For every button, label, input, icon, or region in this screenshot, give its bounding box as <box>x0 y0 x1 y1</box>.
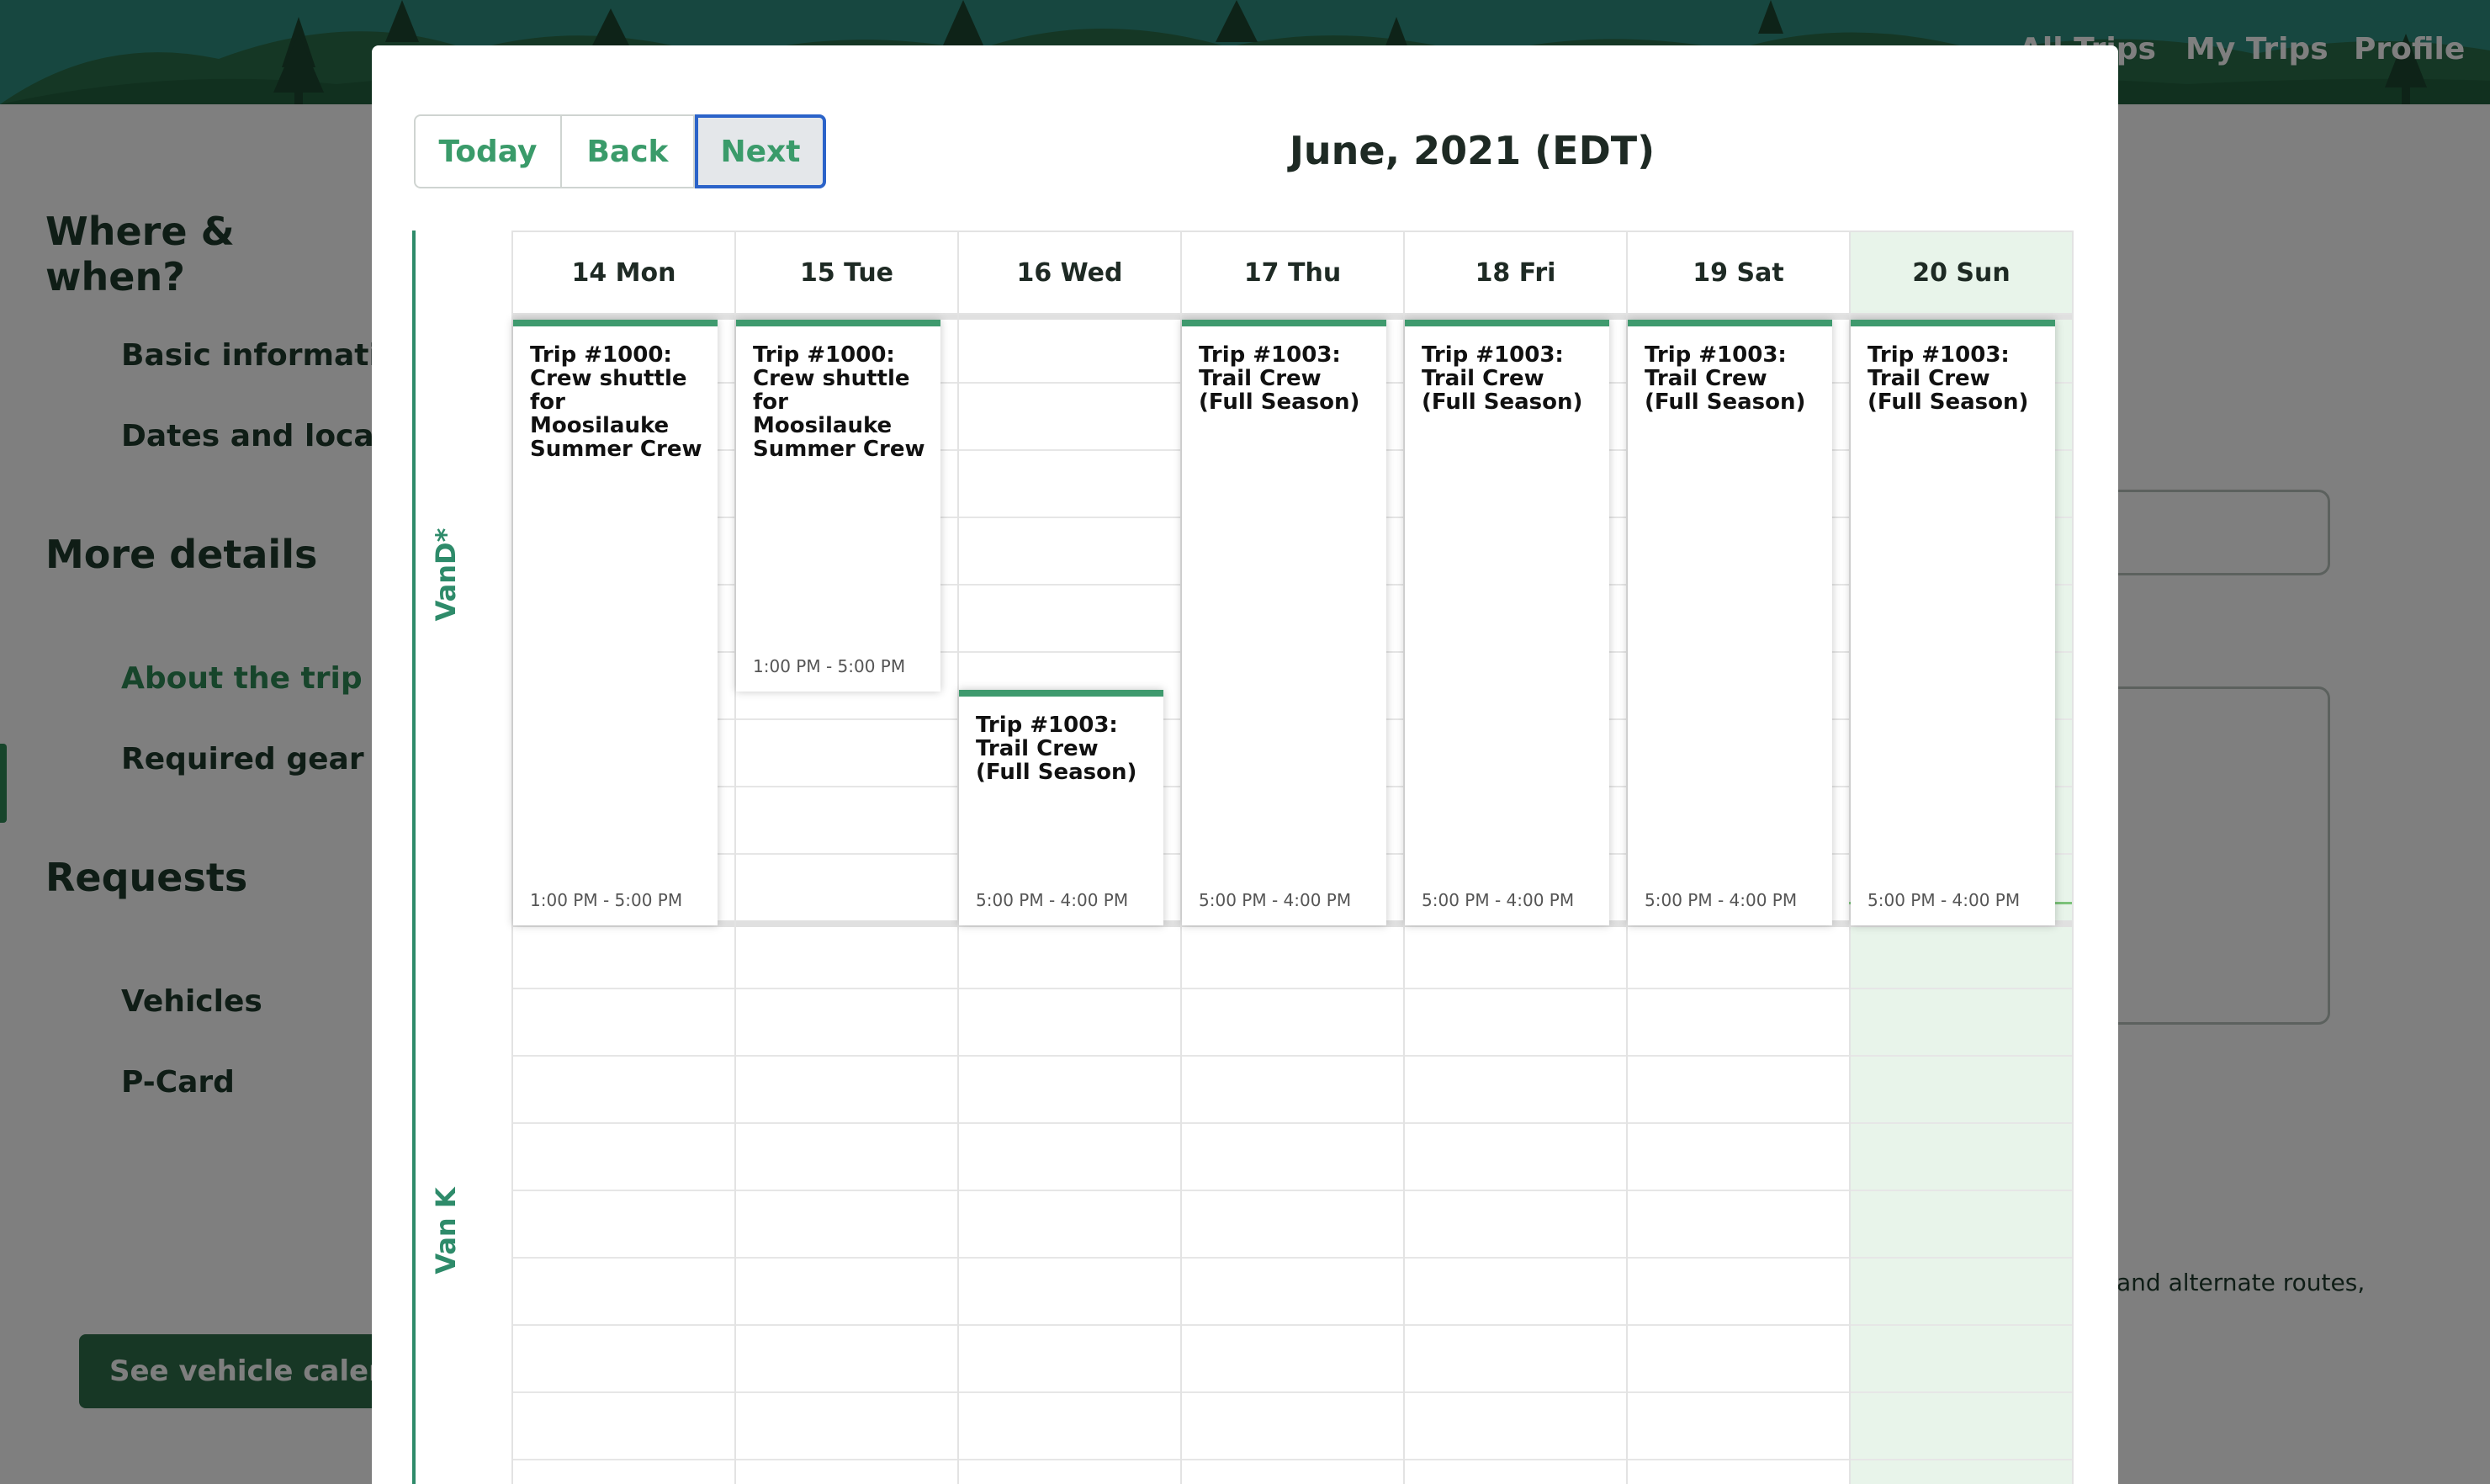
time-slot-line <box>511 988 2072 989</box>
event-time: 1:00 PM - 5:00 PM <box>753 656 906 676</box>
day-column-line <box>2072 315 2074 1484</box>
time-slot-line <box>511 1459 2072 1460</box>
vehicle-calendar-modal: Today Back Next June, 2021 (EDT) VanD* V… <box>372 45 2118 1484</box>
day-header: 19 Sat <box>1626 231 1849 315</box>
event-title: Trip #1003: Trail Crew (Full Season) <box>976 713 1137 785</box>
calendar-event[interactable]: Trip #1003: Trail Crew (Full Season) 5:00… <box>1182 320 1386 925</box>
day-header: 20 Sun <box>1849 231 2074 315</box>
time-slot-line <box>511 1391 2072 1393</box>
calendar-title: June, 2021 (EDT) <box>1289 128 1656 173</box>
calendar-event[interactable]: Trip #1000: Crew shuttle for Moosilauke … <box>736 320 940 692</box>
resource-label-vand: VanD* <box>430 527 462 622</box>
event-title: Trip #1003: Trail Crew (Full Season) <box>1645 342 1806 415</box>
event-title: Trip #1000: Crew shuttle for Moosilauke … <box>530 342 702 462</box>
resource-label-van-k: Van K <box>430 1187 462 1275</box>
calendar-event[interactable]: Trip #1003: Trail Crew (Full Season) 5:00… <box>1405 320 1609 925</box>
time-slot-line <box>511 1190 2072 1191</box>
event-title: Trip #1003: Trail Crew (Full Season) <box>1199 342 1360 415</box>
event-time: 5:00 PM - 4:00 PM <box>1199 890 1352 910</box>
event-title: Trip #1000: Crew shuttle for Moosilauke … <box>753 342 925 462</box>
resource-divider-line <box>412 231 416 1484</box>
event-time: 5:00 PM - 4:00 PM <box>1422 890 1575 910</box>
event-time: 5:00 PM - 4:00 PM <box>976 890 1129 910</box>
day-header: 15 Tue <box>734 231 957 315</box>
event-time: 1:00 PM - 5:00 PM <box>530 890 683 910</box>
time-slot-line <box>511 1257 2072 1259</box>
calendar-event[interactable]: Trip #1003: Trail Crew (Full Season) 5:00… <box>959 690 1163 925</box>
time-slot-line <box>511 1122 2072 1124</box>
event-time: 5:00 PM - 4:00 PM <box>1868 890 2021 910</box>
time-slot-line <box>511 1324 2072 1326</box>
calendar-event[interactable]: Trip #1003: Trail Crew (Full Season) 5:00… <box>1851 320 2055 925</box>
calendar-event[interactable]: Trip #1003: Trail Crew (Full Season) 5:00… <box>1628 320 1832 925</box>
day-header: 16 Wed <box>957 231 1180 315</box>
day-header: 14 Mon <box>511 231 734 315</box>
calendar-grid: 14 Mon 15 Tue 16 Wed 17 Thu 18 Fri 19 Sat 20 S… <box>511 231 2076 1484</box>
day-header: 17 Thu <box>1180 231 1403 315</box>
event-title: Trip #1003: Trail Crew (Full Season) <box>1422 342 1583 415</box>
time-slot-line <box>511 1055 2072 1057</box>
day-header: 18 Fri <box>1403 231 1626 315</box>
event-time: 5:00 PM - 4:00 PM <box>1645 890 1798 910</box>
calendar-event[interactable]: Trip #1000: Crew shuttle for Moosilauke … <box>513 320 718 925</box>
event-title: Trip #1003: Trail Crew (Full Season) <box>1868 342 2029 415</box>
